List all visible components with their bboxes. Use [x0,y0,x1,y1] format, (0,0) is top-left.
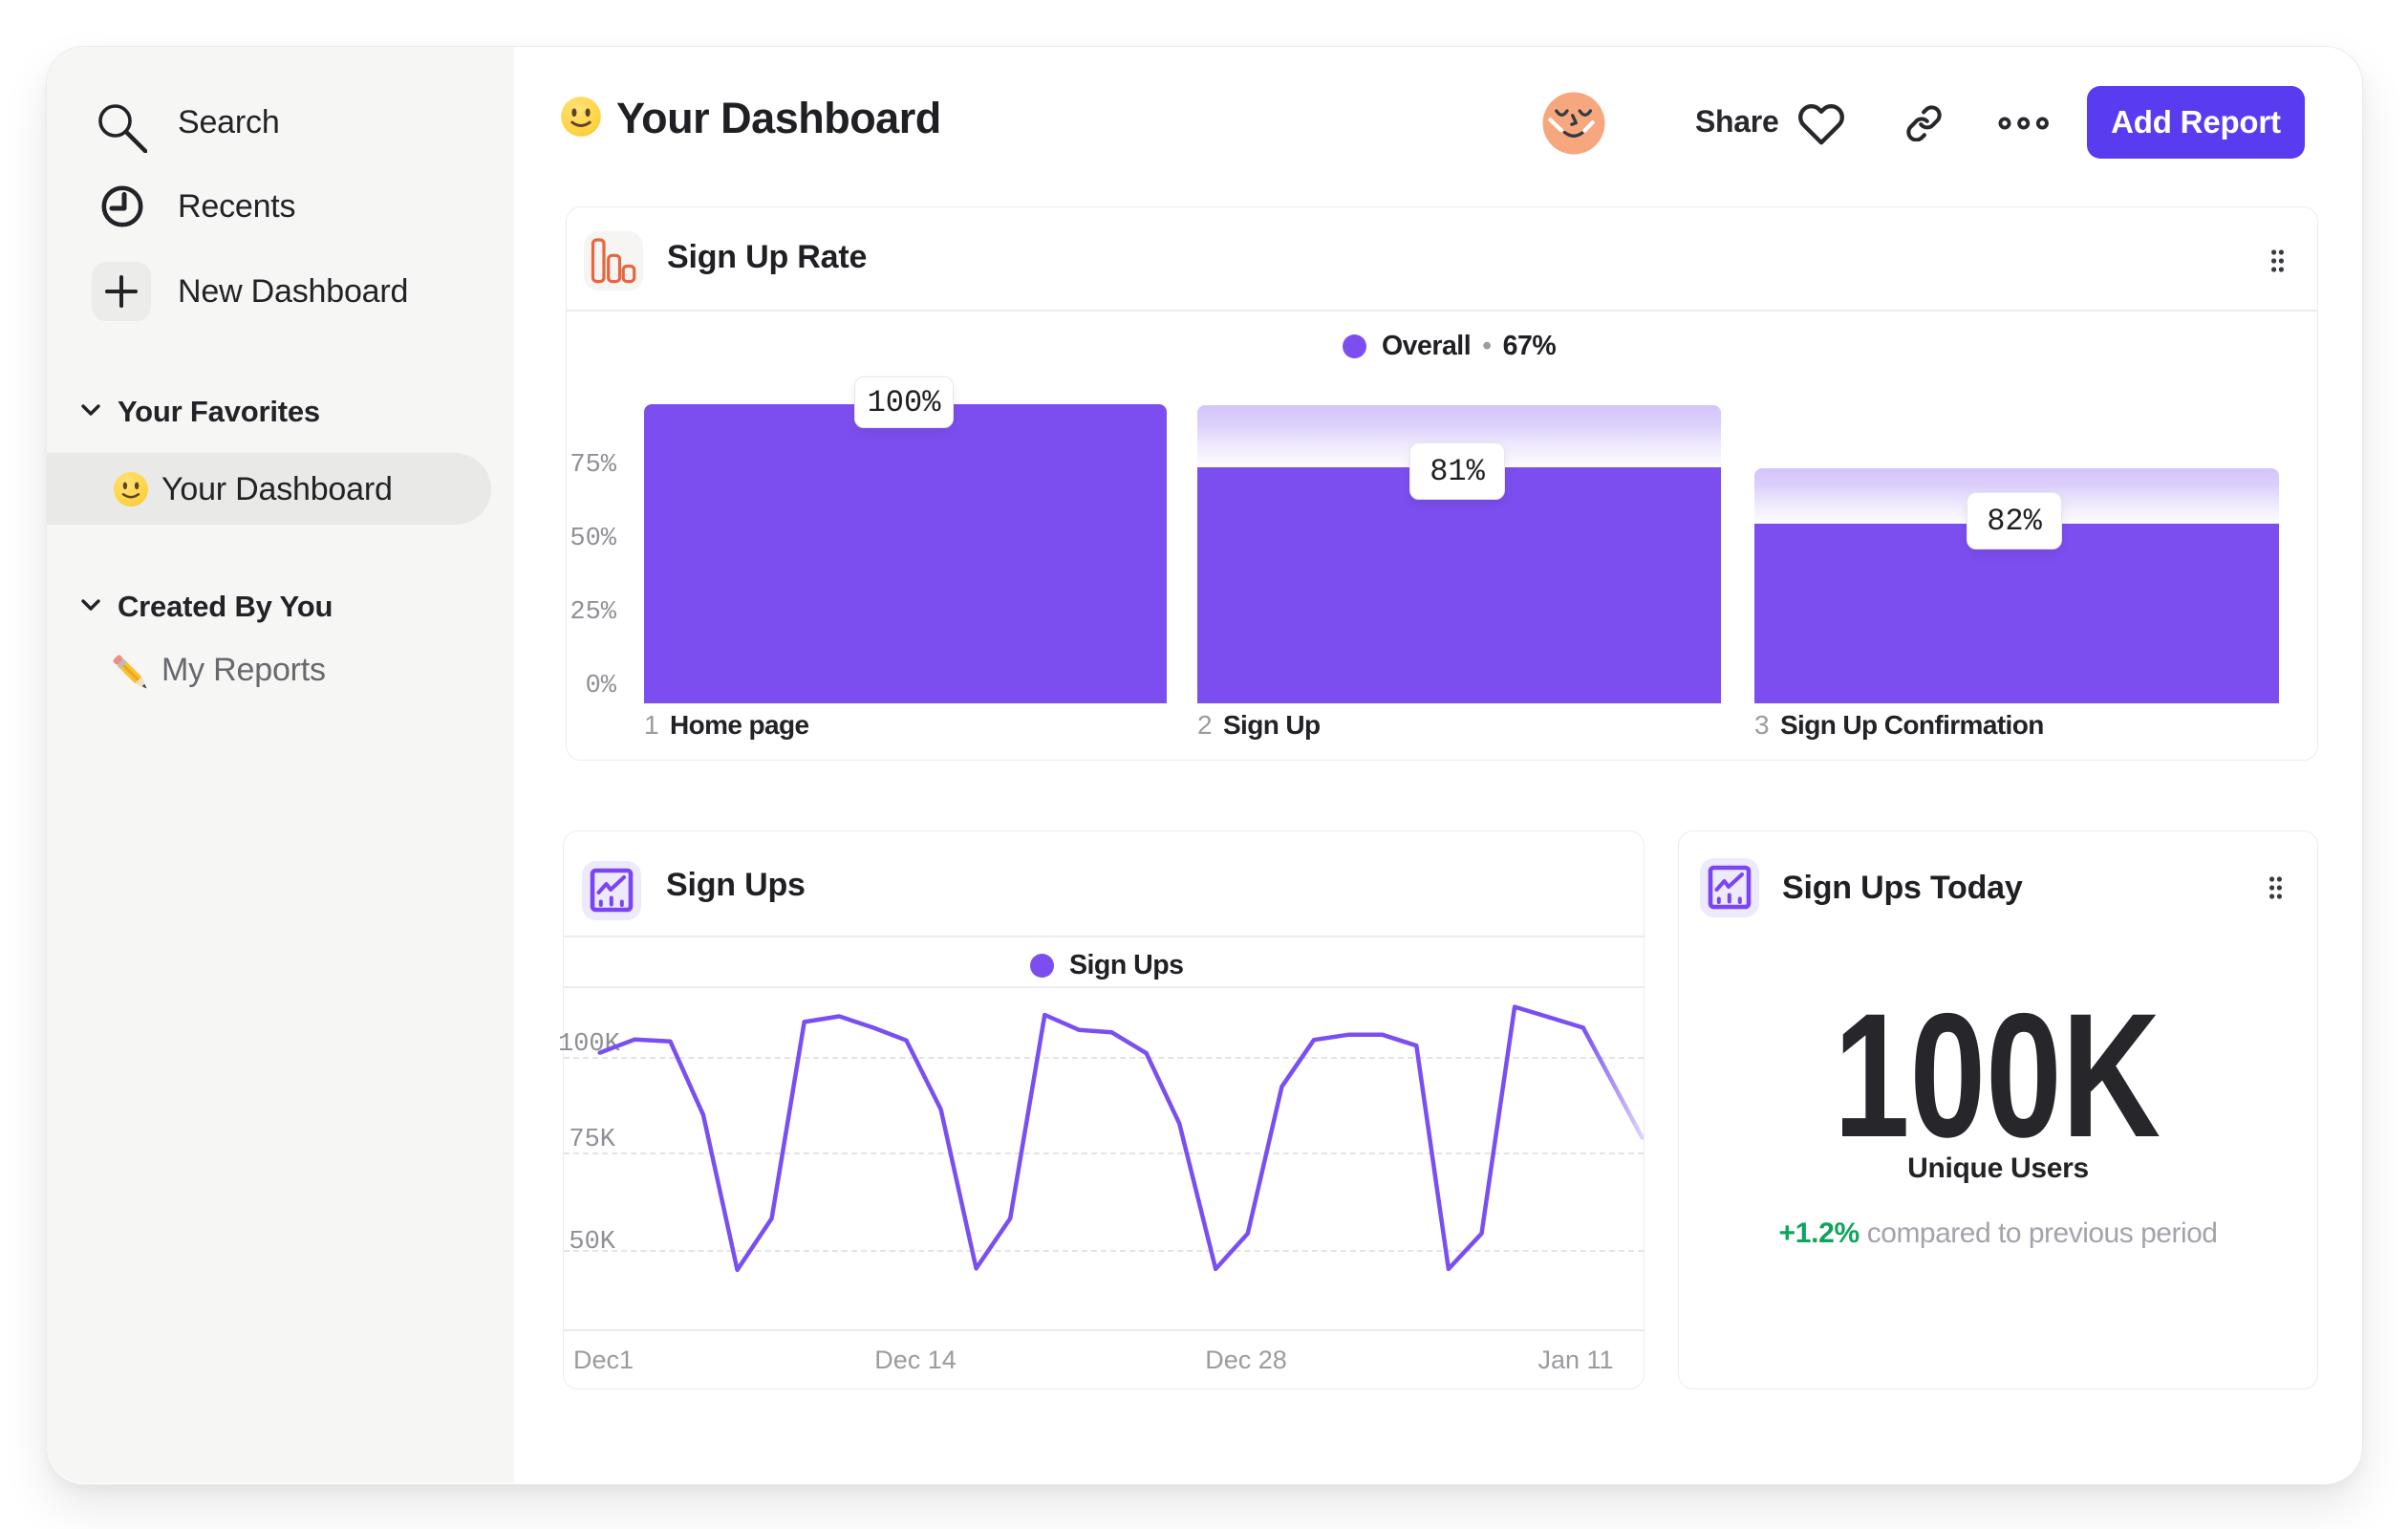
svg-text:100K: 100K [1834,978,2161,1174]
